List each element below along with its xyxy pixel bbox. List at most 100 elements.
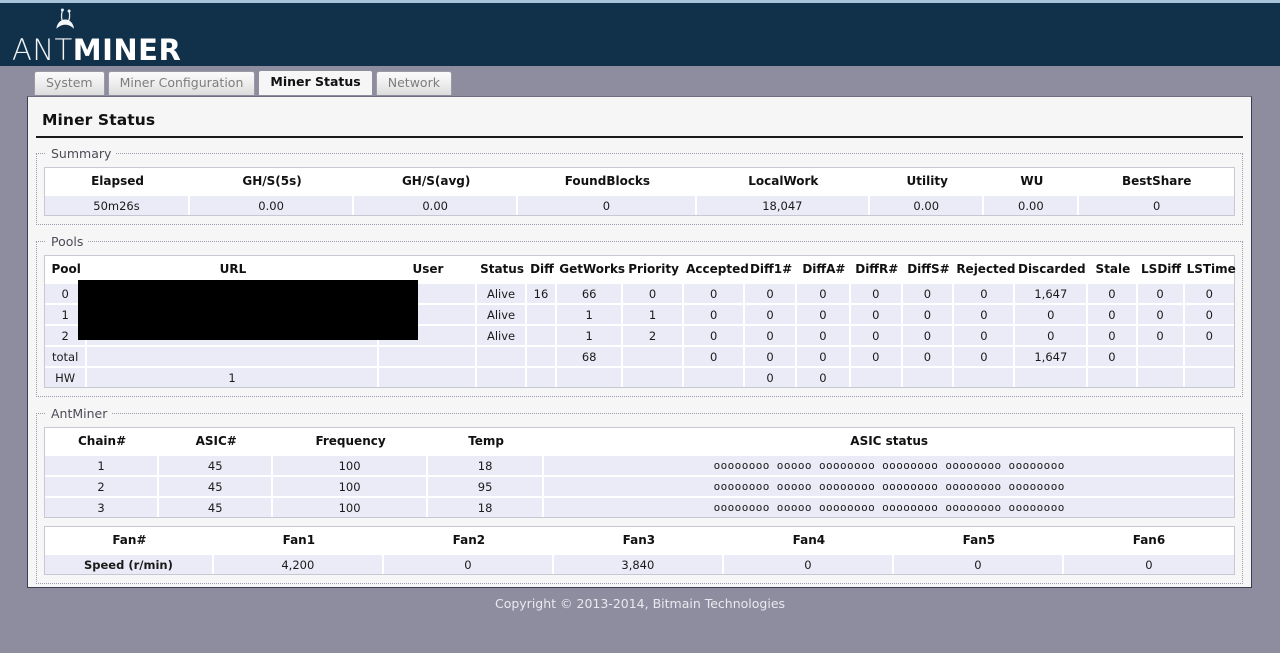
chain-2-temp: 95 (427, 477, 545, 498)
table-row: total 68 0 0 0 0 0 0 1,647 0 (45, 347, 1234, 368)
table-row: 1 45 100 18 oooooooo ooooo oooooooo oooo… (45, 456, 1234, 477)
chain-3-frequency: 100 (273, 498, 428, 517)
tab-system[interactable]: System (34, 71, 105, 95)
pool-1-accepted: 0 (684, 305, 746, 326)
pool-total-user (378, 347, 478, 368)
pool-0-stale: 0 (1088, 284, 1138, 305)
antminer-header-row: Chain# ASIC# Frequency Temp ASIC status (45, 428, 1234, 456)
pool-0-rejected: 0 (954, 284, 1016, 305)
pool-2-diffa: 0 (796, 326, 851, 347)
logo-text-light: ANT (12, 33, 73, 67)
chain-2-asic-status: oooooooo ooooo oooooooo oooooooo ooooooo… (544, 477, 1234, 498)
pool-1-rejected: 0 (954, 305, 1016, 326)
pool-total-rejected: 0 (954, 347, 1016, 368)
pool-2-accepted: 0 (684, 326, 746, 347)
pool-0-diff1: 0 (745, 284, 797, 305)
pool-total-diff1: 0 (745, 347, 797, 368)
chain-3-asic-count: 45 (159, 498, 274, 517)
summary-section: Summary Elapsed GH/S(5s) GH/S(avg) Found… (36, 146, 1243, 225)
fan-6-speed: 0 (1063, 555, 1234, 574)
summary-value-utility: 0.00 (870, 196, 985, 215)
fan-2-speed: 0 (383, 555, 554, 574)
pool-total-diffr: 0 (850, 347, 903, 368)
fan-speed-row: Speed (r/min) 4,200 0 3,840 0 0 0 (45, 555, 1234, 574)
chain-2-asic-count: 45 (159, 477, 274, 498)
table-row: 2 45 100 95 oooooooo ooooo oooooooo oooo… (45, 477, 1234, 498)
antminer-header-frequency: Frequency (273, 428, 428, 456)
pool-2-diffs: 0 (902, 326, 955, 347)
pool-hw-priority (623, 368, 685, 387)
pools-header-discarded: Discarded (1015, 256, 1089, 284)
tab-miner-configuration[interactable]: Miner Configuration (107, 71, 256, 95)
pool-total-url (87, 347, 379, 368)
pools-header-diff: Diff (526, 256, 558, 284)
pool-0-status: Alive (477, 284, 527, 305)
summary-value-wu: 0.00 (984, 196, 1080, 215)
footer-copyright: Copyright © 2013-2014, Bitmain Technolog… (494, 596, 786, 611)
pool-total-stale: 0 (1088, 347, 1138, 368)
fan-1-speed: 4,200 (213, 555, 384, 574)
fan-table: Fan# Fan1 Fan2 Fan3 Fan4 Fan5 Fan6 Speed… (44, 526, 1235, 575)
pools-header-rejected: Rejected (954, 256, 1016, 284)
summary-header-elapsed: Elapsed (45, 168, 191, 196)
fan-speed-label: Speed (r/min) (45, 555, 214, 574)
pools-header-diffr: DiffR# (850, 256, 903, 284)
pools-header-lstime: LSTime (1184, 256, 1236, 284)
antminer-logo: ANTMINER (8, 5, 188, 65)
chain-3-temp: 18 (427, 498, 545, 517)
chain-1-number: 1 (45, 456, 160, 477)
pools-legend: Pools (51, 234, 84, 249)
chain-1-frequency: 100 (273, 456, 428, 477)
pool-0-accepted: 0 (684, 284, 746, 305)
chain-2-number: 2 (45, 477, 160, 498)
pools-section: Pools Pool URL User Status Diff GetWorks (36, 234, 1243, 397)
fan-4-speed: 0 (723, 555, 894, 574)
summary-header-localwork: LocalWork (696, 168, 871, 196)
fan-header-fan3: Fan3 (553, 527, 724, 555)
antminer-chain-table: Chain# ASIC# Frequency Temp ASIC status … (44, 427, 1235, 518)
pool-hw-rejected (954, 368, 1016, 387)
pool-total-label: total (45, 347, 88, 368)
summary-value-ghs5s: 0.00 (190, 196, 355, 215)
summary-value-bestshare: 0 (1079, 196, 1234, 215)
summary-table: Elapsed GH/S(5s) GH/S(avg) FoundBlocks L… (44, 167, 1235, 216)
pool-hw-label: HW (45, 368, 88, 387)
antminer-legend: AntMiner (51, 406, 108, 421)
tab-miner-status[interactable]: Miner Status (258, 70, 373, 95)
chain-2-frequency: 100 (273, 477, 428, 498)
antminer-header-chain: Chain# (45, 428, 160, 456)
chain-3-number: 3 (45, 498, 160, 517)
fan-5-speed: 0 (893, 555, 1064, 574)
pools-table-wrapper: Pool URL User Status Diff GetWorks Prior… (44, 255, 1236, 388)
pool-hw-diff (526, 368, 558, 387)
page-title: Miner Status (36, 107, 1243, 138)
pool-2-status: Alive (477, 326, 527, 347)
main-tab-bar: System Miner Configuration Miner Status Net… (0, 66, 1280, 96)
pool-0-lsdiff: 0 (1137, 284, 1185, 305)
table-row: 3 45 100 18 oooooooo ooooo oooooooo oooo… (45, 498, 1234, 517)
pools-header-accepted: Accepted (684, 256, 749, 284)
pool-2-diffr: 0 (850, 326, 903, 347)
pool-1-priority: 1 (623, 305, 685, 326)
pool-1-diff1: 0 (745, 305, 797, 326)
pools-header-diffs: DiffS# (902, 256, 955, 284)
redaction-overlay (78, 280, 418, 340)
pool-hw-diffs (902, 368, 955, 387)
fan-3-speed: 3,840 (553, 555, 724, 574)
summary-header-utility: Utility (870, 168, 985, 196)
pool-1-stale: 0 (1088, 305, 1138, 326)
summary-header-row: Elapsed GH/S(5s) GH/S(avg) FoundBlocks L… (45, 168, 1234, 196)
pool-hw-discarded (1015, 368, 1089, 387)
pool-hw-diffr (850, 368, 903, 387)
pool-total-status (477, 347, 527, 368)
pool-2-diff (526, 326, 558, 347)
pool-0-getworks: 66 (557, 284, 624, 305)
antminer-section: AntMiner Chain# ASIC# Frequency Temp ASI… (36, 406, 1243, 584)
pools-header-stale: Stale (1088, 256, 1138, 284)
tab-network[interactable]: Network (375, 71, 452, 95)
pool-2-stale: 0 (1088, 326, 1138, 347)
pool-2-rejected: 0 (954, 326, 1016, 347)
pool-total-diffs: 0 (902, 347, 955, 368)
pool-total-diffa: 0 (796, 347, 851, 368)
pool-1-getworks: 1 (557, 305, 624, 326)
